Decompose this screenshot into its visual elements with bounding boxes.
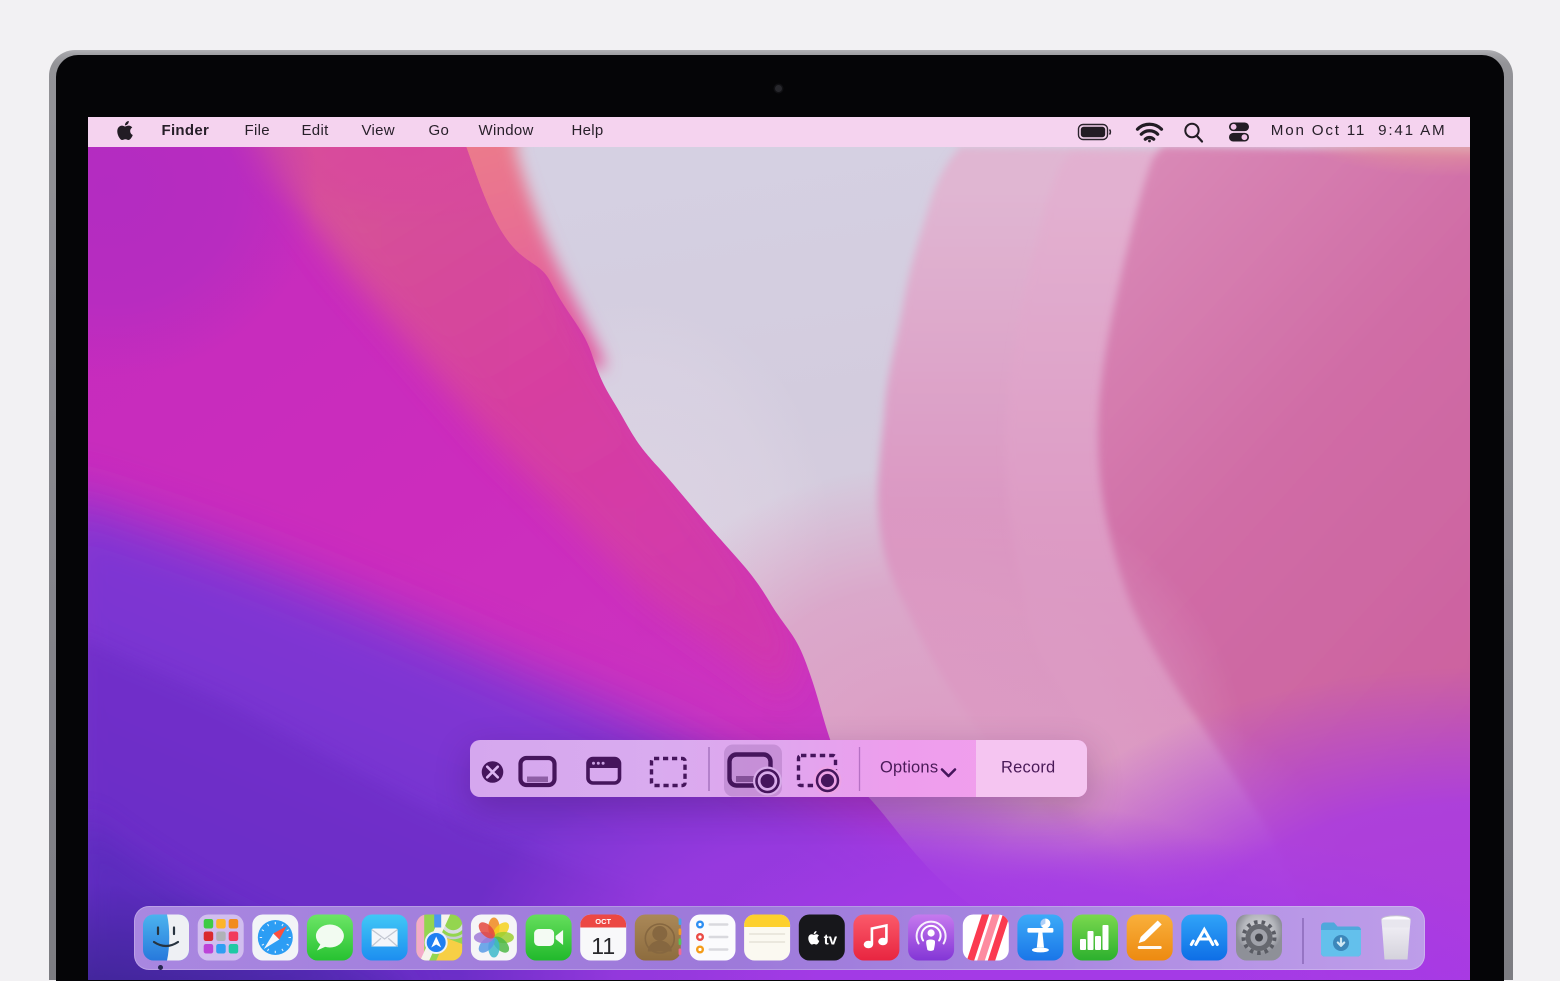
svg-text:11: 11 xyxy=(591,933,615,959)
svg-text:OCT: OCT xyxy=(595,917,611,926)
svg-text:tv: tv xyxy=(823,931,837,948)
